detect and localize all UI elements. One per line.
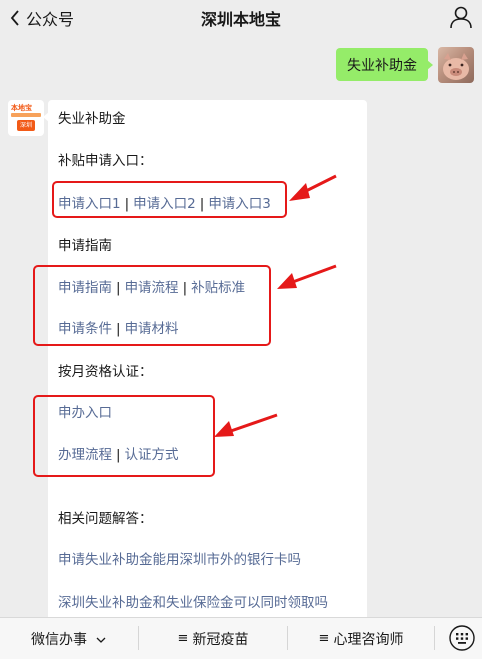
chat-header: 公众号 深圳本地宝 — [0, 0, 482, 36]
keyboard-toggle-button[interactable] — [448, 624, 476, 652]
profile-button[interactable] — [448, 4, 474, 30]
link-faq-2[interactable]: 深圳失业补助金和失业保险金可以同时领取吗 — [58, 595, 328, 611]
menu-divider — [434, 626, 435, 650]
bottom-menu-bar: 微信办事 ≡ 新冠疫苗 ≡ 心理咨询师 — [0, 617, 482, 659]
logo-text: 本地宝 — [11, 104, 32, 112]
link-faq-1[interactable]: 申请失业补助金能用深圳市外的银行卡吗 — [58, 552, 301, 568]
section-title-faq: 相关问题解答： — [58, 511, 153, 527]
reply-card: 失业补助金 补贴申请入口： 申请入口1 | 申请入口2 | 申请入口3 申请指南 申请指… — [43, 100, 367, 630]
highlight-box-apply-entry — [52, 181, 287, 218]
card-heading: 失业补助金 — [58, 111, 126, 127]
section-title-apply-entry: 补贴申请入口： — [58, 153, 153, 169]
highlight-box-monthly — [33, 395, 215, 477]
menu-label: 新冠疫苗 — [192, 631, 249, 648]
chevron-left-icon — [6, 5, 24, 31]
highlight-box-guide — [33, 265, 271, 346]
menu-label: 微信办事 — [31, 631, 87, 648]
menu-list-icon: ≡ — [318, 631, 330, 646]
back-button[interactable]: 公众号 — [6, 5, 74, 31]
keyboard-icon — [449, 625, 475, 651]
section-title-monthly: 按月资格认证： — [58, 364, 153, 380]
section-title-guide: 申请指南 — [58, 238, 112, 254]
pig-avatar-icon — [443, 53, 469, 80]
bot-avatar[interactable]: 本地宝 深圳 — [8, 100, 44, 136]
chevron-down-icon — [96, 637, 106, 643]
outgoing-message-bubble[interactable]: 失业补助金 — [336, 48, 433, 81]
menu-item-covid-vaccine[interactable]: ≡ 新冠疫苗 — [139, 618, 287, 659]
menu-label: 心理咨询师 — [333, 631, 404, 648]
back-label: 公众号 — [26, 10, 75, 29]
menu-item-wechat-services[interactable]: 微信办事 — [0, 618, 138, 659]
logo-badge: 深圳 — [17, 120, 35, 131]
logo-stripe — [11, 113, 41, 117]
menu-item-counselor[interactable]: ≡ 心理咨询师 — [288, 618, 434, 659]
person-icon — [450, 6, 472, 29]
menu-list-icon: ≡ — [177, 631, 189, 646]
faq-link-row-2: 深圳失业补助金和失业保险金可以同时领取吗 — [58, 594, 328, 612]
faq-link-row-1: 申请失业补助金能用深圳市外的银行卡吗 — [58, 551, 301, 569]
user-avatar[interactable] — [438, 47, 474, 83]
